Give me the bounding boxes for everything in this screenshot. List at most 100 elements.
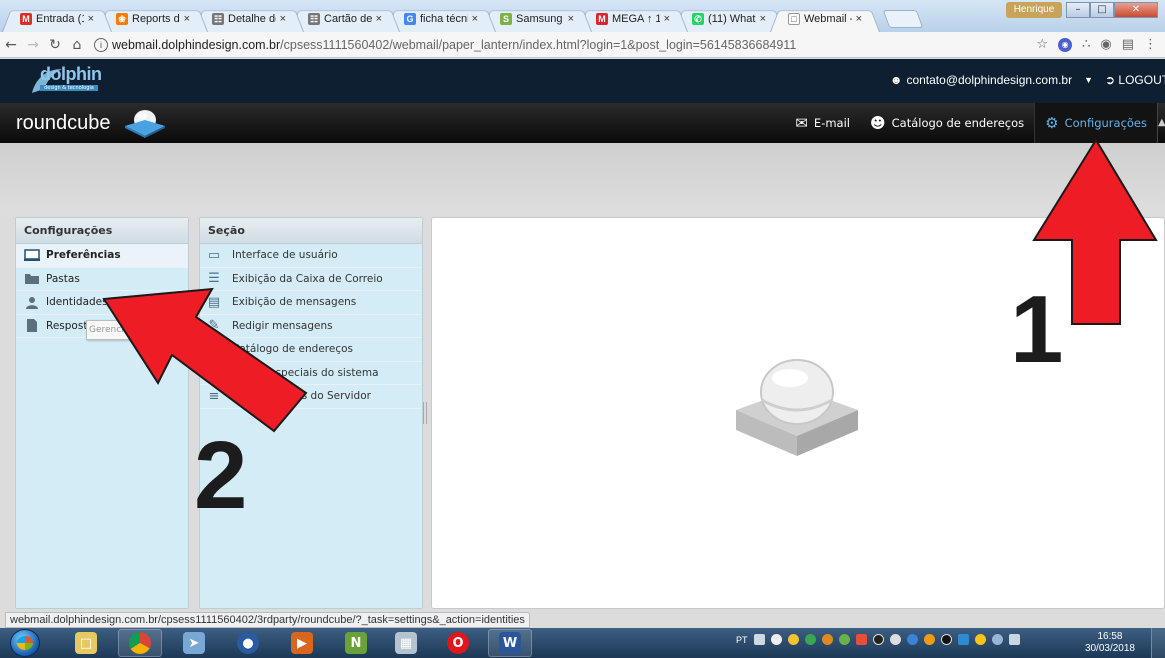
nav-address-book[interactable]: ☻ Catálogo de endereços	[860, 103, 1034, 143]
account-email: contato@dolphindesign.com.br	[906, 73, 1073, 87]
skype-taskbar-app[interactable]: ●	[226, 629, 270, 657]
tab-favicon-icon: ☷	[212, 13, 224, 25]
close-window-button[interactable]: ✕	[1114, 2, 1158, 18]
tab-close-icon[interactable]: ×	[568, 13, 574, 25]
reload-icon[interactable]: ↻	[44, 37, 66, 53]
tray-shield-icon[interactable]	[991, 634, 1003, 645]
word-taskbar-app[interactable]: W	[488, 629, 532, 657]
browser-tab[interactable]: ☷ Detalhe do ×	[194, 6, 304, 32]
tab-close-icon[interactable]: ×	[856, 13, 862, 25]
star-icon[interactable]: ☆	[1036, 37, 1048, 52]
chrome-taskbar-app[interactable]	[118, 629, 162, 657]
settings-item-label: Pastas	[46, 272, 80, 285]
browser-tab[interactable]: M Entrada (12 ×	[2, 6, 112, 32]
tab-close-icon[interactable]: ×	[760, 13, 766, 25]
person-icon	[24, 296, 40, 309]
network-icon[interactable]	[1008, 634, 1020, 645]
extension-grid-icon[interactable]: ∴	[1082, 37, 1090, 52]
browser-tab[interactable]: ❀ Reports da ×	[98, 6, 208, 32]
hosting-header: dolphin design & tecnologia ☻ contato@do…	[0, 59, 1165, 103]
back-icon[interactable]: ←	[0, 37, 22, 53]
home-icon[interactable]: ⌂	[66, 37, 88, 53]
extension-blue-icon[interactable]: ◉	[1058, 37, 1073, 52]
globe-icon: ●	[237, 632, 259, 654]
browser-tab[interactable]: ✆ (11) Whats ×	[674, 6, 784, 32]
keyboard-icon[interactable]	[753, 634, 765, 645]
player-taskbar-app[interactable]: ▶	[280, 629, 324, 657]
roundcube-toolbar: roundcube ✉ E-mail ☻ Catálogo de endereç…	[0, 103, 1165, 143]
panel-splitter[interactable]	[423, 402, 427, 424]
tab-close-icon[interactable]: ×	[280, 13, 286, 25]
folder-icon: □	[75, 632, 97, 654]
window-user-badge[interactable]: Henrique	[1006, 2, 1062, 18]
browser-tab[interactable]: Gficha técnic ×	[386, 6, 496, 32]
cloud-icon[interactable]	[770, 634, 782, 645]
taskbar-clock[interactable]: 16:58 30/03/2018	[1085, 631, 1135, 655]
tray-black-icon[interactable]	[940, 634, 952, 645]
tab-close-icon[interactable]: ×	[472, 13, 478, 25]
photoshop-taskbar-app[interactable]: N	[334, 629, 378, 657]
camera-icon[interactable]: ◉	[1100, 37, 1111, 52]
language-indicator[interactable]: PT	[736, 635, 748, 645]
explorer-taskbar-app[interactable]: □	[64, 629, 108, 657]
tray-leaf-icon[interactable]	[838, 634, 850, 645]
tray-monitor-icon[interactable]	[957, 634, 969, 645]
browser-tab[interactable]: S Samsung G ×	[482, 6, 592, 32]
tray-dark-icon[interactable]	[872, 634, 884, 645]
nav-email-label: E-mail	[813, 116, 850, 130]
nav-settings[interactable]: ⚙ Configurações	[1034, 103, 1157, 143]
browser-tab[interactable]: ☷ Cartão de ×	[290, 6, 400, 32]
maximize-button[interactable]: □	[1090, 2, 1114, 18]
browser-tab[interactable]: M MEGA ↑ 15 ×	[578, 6, 688, 32]
tray-orange-icon[interactable]	[821, 634, 833, 645]
tray-green-icon[interactable]	[804, 634, 816, 645]
new-tab-button[interactable]	[882, 10, 924, 28]
tab-label: Detalhe do	[228, 13, 276, 25]
monitor-icon: ▭	[207, 247, 221, 263]
tray-blue-icon[interactable]	[906, 634, 918, 645]
nav-overflow-icon[interactable]: ▲	[1157, 103, 1165, 143]
calculator-taskbar-app[interactable]: ▦	[384, 629, 428, 657]
menu-icon[interactable]: ⋮	[1144, 37, 1157, 52]
settings-item-label: Identidades	[46, 296, 108, 309]
volume-icon[interactable]	[889, 634, 901, 645]
tab-favicon-icon: M	[596, 13, 608, 25]
tab-close-icon[interactable]: ×	[88, 13, 94, 25]
opera-taskbar-app[interactable]: O	[436, 629, 480, 657]
url-field[interactable]: i webmail.dolphindesign.com.br/cpsess111…	[94, 35, 1036, 55]
forward-icon[interactable]: →	[22, 37, 44, 53]
browser-tab[interactable]: □ Webmail - ×	[770, 6, 880, 32]
section-item[interactable]: ▭ Interface de usuário	[200, 244, 422, 268]
account-menu[interactable]: ☻ contato@dolphindesign.com.br ▼	[890, 73, 1093, 87]
info-icon[interactable]: i	[94, 37, 108, 52]
tab-favicon-icon: ❀	[116, 13, 128, 25]
image-icon: N	[345, 632, 367, 654]
settings-item-preferences[interactable]: Preferências	[16, 244, 188, 268]
tab-close-icon[interactable]: ×	[184, 13, 190, 25]
minimize-button[interactable]: –	[1066, 2, 1090, 18]
status-bar-url: webmail.dolphindesign.com.br/cpsess11115…	[5, 612, 530, 628]
play-icon: ▶	[291, 632, 313, 654]
windows-taskbar: □ ➤ ● ▶ N ▦ O W PT 16:58 30/03/2018	[0, 628, 1165, 658]
tab-favicon-icon: G	[404, 13, 416, 25]
person-icon: ☻	[869, 114, 886, 132]
address-bar: ← → ↻ ⌂ i webmail.dolphindesign.com.br/c…	[0, 32, 1165, 58]
tray-yellow-icon[interactable]	[787, 634, 799, 645]
tab-close-icon[interactable]: ×	[664, 13, 670, 25]
annotation-arrow-2	[102, 287, 308, 433]
nav-email[interactable]: ✉ E-mail	[785, 103, 860, 143]
tab-favicon-icon: ✆	[692, 13, 704, 25]
brand-tagline: design & tecnologia	[40, 85, 98, 91]
dolphin-icon: ➤	[183, 632, 205, 654]
tray-star-icon[interactable]	[974, 634, 986, 645]
tray-orange2-icon[interactable]	[923, 634, 935, 645]
tab-close-icon[interactable]: ×	[376, 13, 382, 25]
tray-red-icon[interactable]	[855, 634, 867, 645]
settings-panel-title: Configurações	[16, 218, 188, 244]
logout-button[interactable]: ➲ LOGOUT	[1105, 73, 1165, 87]
start-button[interactable]	[10, 629, 40, 657]
show-desktop-button[interactable]	[1151, 628, 1165, 658]
tab-label: ficha técnic	[420, 13, 468, 25]
dolphin-taskbar-app[interactable]: ➤	[172, 629, 216, 657]
extension-shield-icon[interactable]: ▤	[1122, 37, 1134, 52]
